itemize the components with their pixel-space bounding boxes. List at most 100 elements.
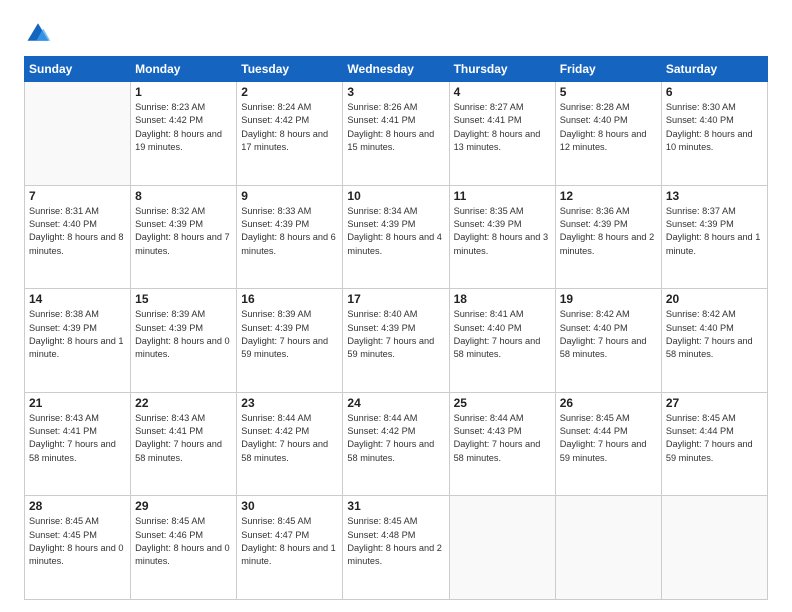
day-info: Sunrise: 8:39 AM Sunset: 4:39 PM Dayligh… [135, 308, 232, 361]
day-number: 25 [454, 396, 551, 410]
calendar-day-cell: 30 Sunrise: 8:45 AM Sunset: 4:47 PM Dayli… [237, 496, 343, 600]
day-number: 13 [666, 189, 763, 203]
calendar-day-cell: 14 Sunrise: 8:38 AM Sunset: 4:39 PM Dayli… [25, 289, 131, 393]
day-info: Sunrise: 8:45 AM Sunset: 4:45 PM Dayligh… [29, 515, 126, 568]
day-info: Sunrise: 8:45 AM Sunset: 4:46 PM Dayligh… [135, 515, 232, 568]
calendar-week-row: 7 Sunrise: 8:31 AM Sunset: 4:40 PM Daylig… [25, 185, 768, 289]
day-number: 28 [29, 499, 126, 513]
page: SundayMondayTuesdayWednesdayThursdayFrid… [0, 0, 792, 612]
day-number: 31 [347, 499, 444, 513]
day-info: Sunrise: 8:30 AM Sunset: 4:40 PM Dayligh… [666, 101, 763, 154]
day-info: Sunrise: 8:35 AM Sunset: 4:39 PM Dayligh… [454, 205, 551, 258]
calendar-day-cell: 25 Sunrise: 8:44 AM Sunset: 4:43 PM Dayli… [449, 392, 555, 496]
calendar-day-cell: 15 Sunrise: 8:39 AM Sunset: 4:39 PM Dayli… [131, 289, 237, 393]
calendar-day-header: Wednesday [343, 57, 449, 82]
calendar-day-cell: 2 Sunrise: 8:24 AM Sunset: 4:42 PM Daylig… [237, 82, 343, 186]
day-number: 27 [666, 396, 763, 410]
day-info: Sunrise: 8:32 AM Sunset: 4:39 PM Dayligh… [135, 205, 232, 258]
day-info: Sunrise: 8:24 AM Sunset: 4:42 PM Dayligh… [241, 101, 338, 154]
day-number: 26 [560, 396, 657, 410]
calendar-day-cell: 16Sunrise: 8:39 AM Sunset: 4:39 PM Dayli… [237, 289, 343, 393]
calendar-day-cell: 4 Sunrise: 8:27 AM Sunset: 4:41 PM Daylig… [449, 82, 555, 186]
day-info: Sunrise: 8:44 AM Sunset: 4:43 PM Dayligh… [454, 412, 551, 465]
day-number: 23 [241, 396, 338, 410]
day-info: Sunrise: 8:42 AM Sunset: 4:40 PM Dayligh… [560, 308, 657, 361]
day-number: 4 [454, 85, 551, 99]
calendar-day-header: Thursday [449, 57, 555, 82]
calendar-header-row: SundayMondayTuesdayWednesdayThursdayFrid… [25, 57, 768, 82]
day-number: 6 [666, 85, 763, 99]
day-number: 29 [135, 499, 232, 513]
calendar-day-header: Saturday [661, 57, 767, 82]
calendar-day-header: Friday [555, 57, 661, 82]
day-info: Sunrise: 8:44 AM Sunset: 4:42 PM Dayligh… [347, 412, 444, 465]
day-info: Sunrise: 8:41 AM Sunset: 4:40 PM Dayligh… [454, 308, 551, 361]
day-number: 5 [560, 85, 657, 99]
day-number: 11 [454, 189, 551, 203]
calendar-day-cell: 31 Sunrise: 8:45 AM Sunset: 4:48 PM Dayli… [343, 496, 449, 600]
header [24, 18, 768, 46]
calendar-day-header: Monday [131, 57, 237, 82]
day-info: Sunrise: 8:37 AM Sunset: 4:39 PM Dayligh… [666, 205, 763, 258]
day-info: Sunrise: 8:26 AM Sunset: 4:41 PM Dayligh… [347, 101, 444, 154]
calendar-day-cell: 13 Sunrise: 8:37 AM Sunset: 4:39 PM Dayli… [661, 185, 767, 289]
day-info: Sunrise: 8:45 AM Sunset: 4:48 PM Dayligh… [347, 515, 444, 568]
calendar-day-cell: 23 Sunrise: 8:44 AM Sunset: 4:42 PM Dayli… [237, 392, 343, 496]
day-number: 3 [347, 85, 444, 99]
calendar-week-row: 21 Sunrise: 8:43 AM Sunset: 4:41 PM Dayli… [25, 392, 768, 496]
calendar-day-cell: 19 Sunrise: 8:42 AM Sunset: 4:40 PM Dayli… [555, 289, 661, 393]
day-number: 8 [135, 189, 232, 203]
calendar-table: SundayMondayTuesdayWednesdayThursdayFrid… [24, 56, 768, 600]
calendar-day-cell: 8 Sunrise: 8:32 AM Sunset: 4:39 PM Daylig… [131, 185, 237, 289]
calendar-day-cell: 12Sunrise: 8:36 AM Sunset: 4:39 PM Dayli… [555, 185, 661, 289]
day-number: 20 [666, 292, 763, 306]
calendar-day-cell: 6 Sunrise: 8:30 AM Sunset: 4:40 PM Daylig… [661, 82, 767, 186]
calendar-day-cell [661, 496, 767, 600]
day-info: Sunrise: 8:38 AM Sunset: 4:39 PM Dayligh… [29, 308, 126, 361]
day-info: Sunrise: 8:23 AM Sunset: 4:42 PM Dayligh… [135, 101, 232, 154]
day-number: 17 [347, 292, 444, 306]
calendar-week-row: 1 Sunrise: 8:23 AM Sunset: 4:42 PM Daylig… [25, 82, 768, 186]
day-info: Sunrise: 8:45 AM Sunset: 4:47 PM Dayligh… [241, 515, 338, 568]
day-number: 22 [135, 396, 232, 410]
day-number: 14 [29, 292, 126, 306]
day-info: Sunrise: 8:34 AM Sunset: 4:39 PM Dayligh… [347, 205, 444, 258]
day-info: Sunrise: 8:42 AM Sunset: 4:40 PM Dayligh… [666, 308, 763, 361]
day-info: Sunrise: 8:31 AM Sunset: 4:40 PM Dayligh… [29, 205, 126, 258]
day-number: 19 [560, 292, 657, 306]
calendar-day-cell [25, 82, 131, 186]
calendar-day-cell: 1 Sunrise: 8:23 AM Sunset: 4:42 PM Daylig… [131, 82, 237, 186]
calendar-day-cell: 26Sunrise: 8:45 AM Sunset: 4:44 PM Dayli… [555, 392, 661, 496]
calendar-day-cell: 3 Sunrise: 8:26 AM Sunset: 4:41 PM Daylig… [343, 82, 449, 186]
day-number: 1 [135, 85, 232, 99]
calendar-day-header: Sunday [25, 57, 131, 82]
calendar-day-cell: 29 Sunrise: 8:45 AM Sunset: 4:46 PM Dayli… [131, 496, 237, 600]
calendar-day-cell [555, 496, 661, 600]
day-info: Sunrise: 8:45 AM Sunset: 4:44 PM Dayligh… [666, 412, 763, 465]
day-info: Sunrise: 8:43 AM Sunset: 4:41 PM Dayligh… [135, 412, 232, 465]
calendar-day-cell [449, 496, 555, 600]
calendar-day-cell: 28 Sunrise: 8:45 AM Sunset: 4:45 PM Dayli… [25, 496, 131, 600]
logo [24, 18, 56, 46]
day-number: 30 [241, 499, 338, 513]
calendar-day-cell: 21Sunrise: 8:43 AM Sunset: 4:41 PM Dayli… [25, 392, 131, 496]
day-info: Sunrise: 8:28 AM Sunset: 4:40 PM Dayligh… [560, 101, 657, 154]
day-info: Sunrise: 8:40 AM Sunset: 4:39 PM Dayligh… [347, 308, 444, 361]
calendar-day-cell: 22 Sunrise: 8:43 AM Sunset: 4:41 PM Dayli… [131, 392, 237, 496]
day-number: 12 [560, 189, 657, 203]
calendar-day-cell: 27 Sunrise: 8:45 AM Sunset: 4:44 PM Dayli… [661, 392, 767, 496]
calendar-week-row: 14 Sunrise: 8:38 AM Sunset: 4:39 PM Dayli… [25, 289, 768, 393]
day-number: 2 [241, 85, 338, 99]
day-number: 15 [135, 292, 232, 306]
day-number: 10 [347, 189, 444, 203]
day-number: 16 [241, 292, 338, 306]
day-number: 7 [29, 189, 126, 203]
calendar-day-cell: 11 Sunrise: 8:35 AM Sunset: 4:39 PM Dayli… [449, 185, 555, 289]
day-number: 24 [347, 396, 444, 410]
day-info: Sunrise: 8:44 AM Sunset: 4:42 PM Dayligh… [241, 412, 338, 465]
calendar-day-cell: 20 Sunrise: 8:42 AM Sunset: 4:40 PM Dayli… [661, 289, 767, 393]
day-number: 21 [29, 396, 126, 410]
day-info: Sunrise: 8:27 AM Sunset: 4:41 PM Dayligh… [454, 101, 551, 154]
day-number: 9 [241, 189, 338, 203]
calendar-day-cell: 10 Sunrise: 8:34 AM Sunset: 4:39 PM Dayli… [343, 185, 449, 289]
